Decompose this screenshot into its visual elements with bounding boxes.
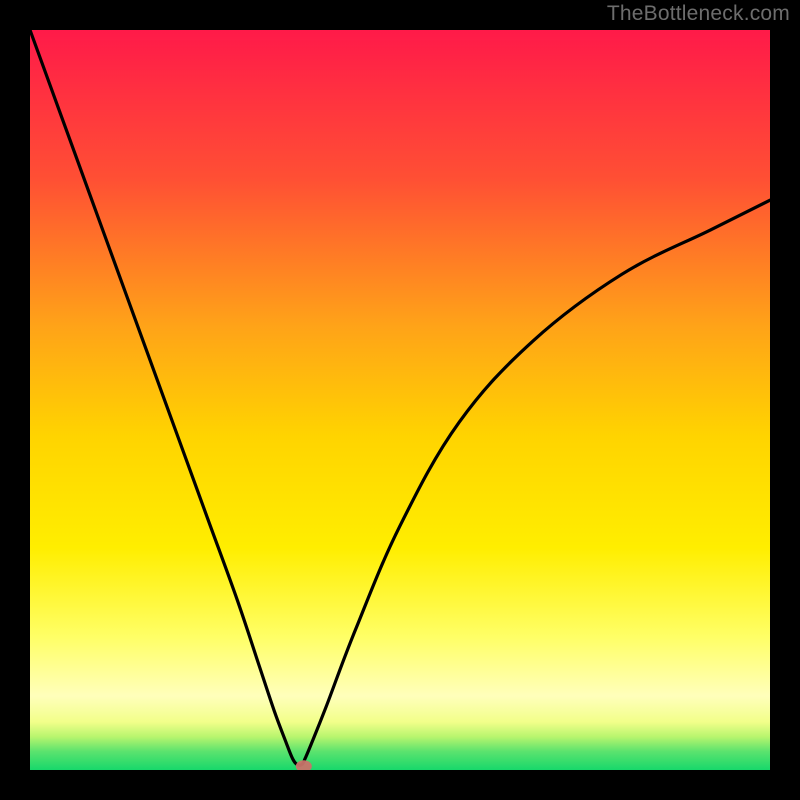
gradient-background — [30, 30, 770, 770]
bottleneck-chart — [30, 30, 770, 770]
chart-frame: TheBottleneck.com — [0, 0, 800, 800]
watermark-text: TheBottleneck.com — [607, 2, 790, 26]
plot-area — [30, 30, 770, 770]
